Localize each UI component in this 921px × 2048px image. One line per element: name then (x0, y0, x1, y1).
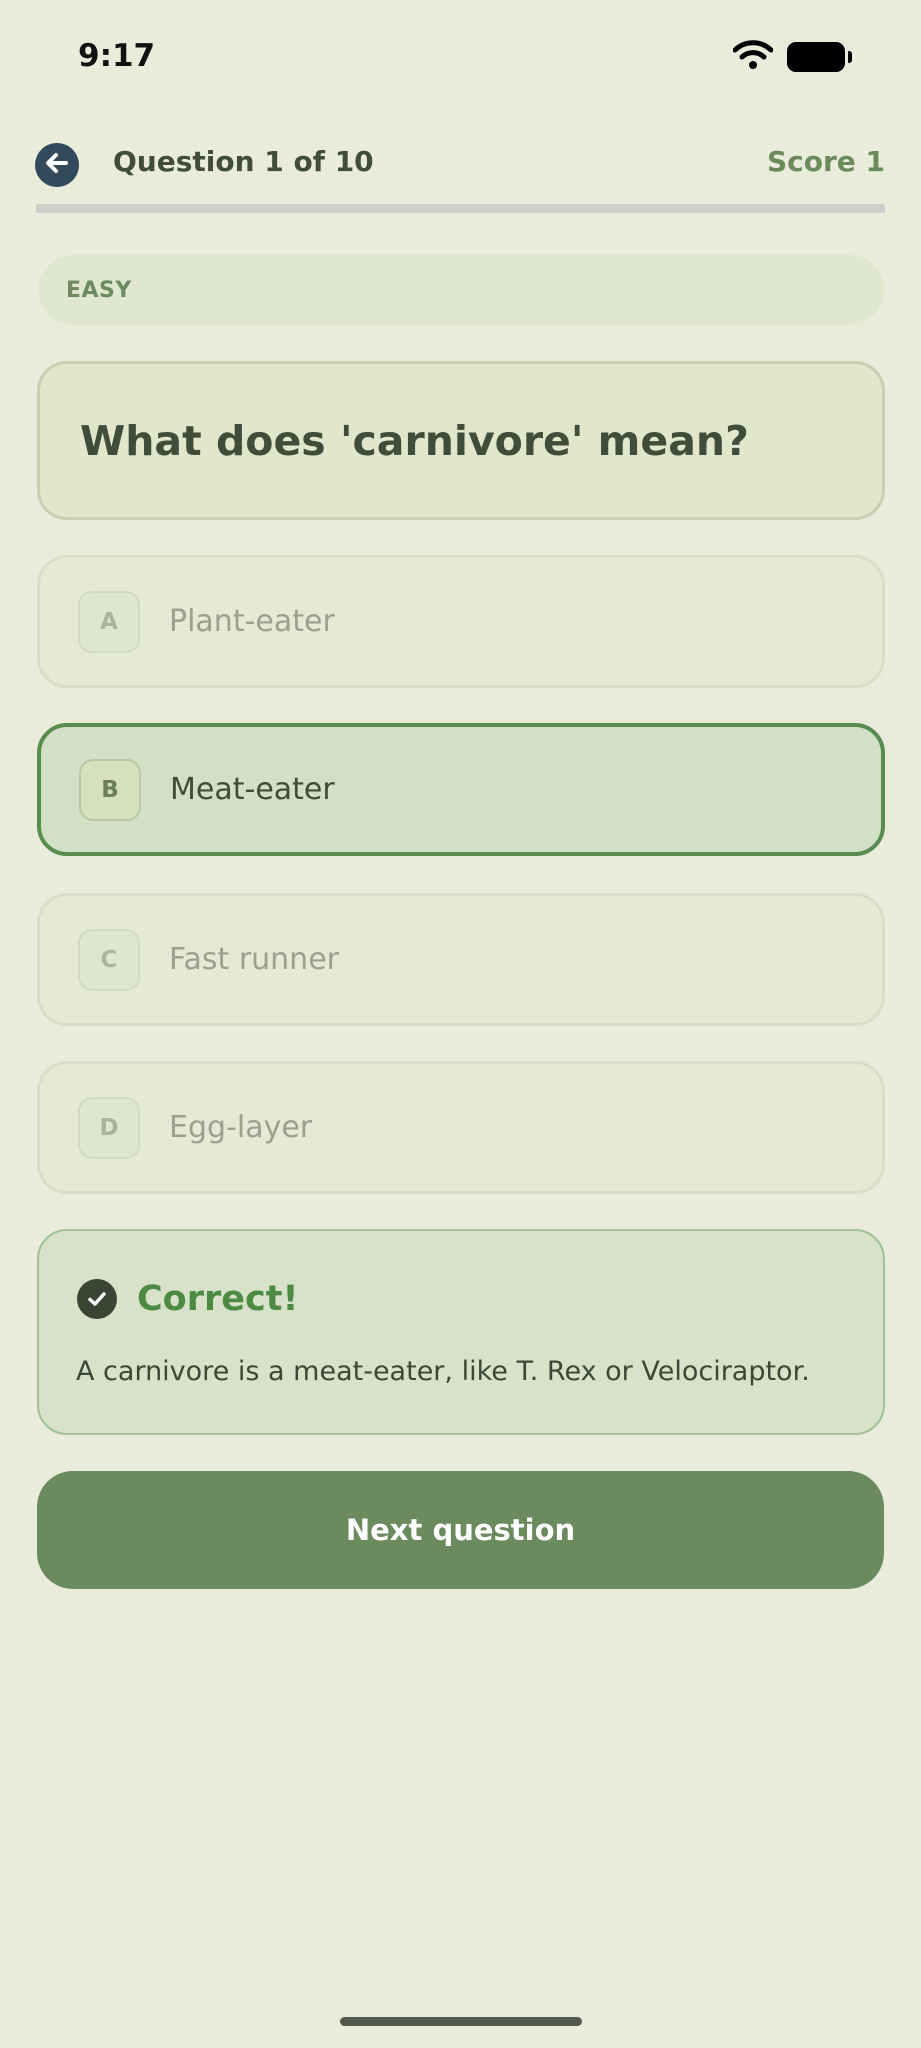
arrow-left-icon (42, 148, 72, 182)
feedback-title: Correct! (137, 1279, 299, 1319)
option-c[interactable]: C Fast runner (37, 893, 885, 1026)
option-label: Meat-eater (170, 772, 335, 807)
battery-icon (787, 42, 852, 72)
option-letter: C (78, 928, 140, 991)
quiz-screen: 9:17 Question 1 of 10 Score 1 EASY What … (0, 0, 921, 2048)
feedback-card: Correct! A carnivore is a meat-eater, li… (37, 1229, 885, 1435)
next-question-button[interactable]: Next question (37, 1471, 884, 1589)
option-letter: D (78, 1096, 140, 1159)
difficulty-badge: EASY (38, 255, 884, 325)
option-label: Fast runner (169, 942, 339, 977)
score-label: Score (766, 145, 856, 178)
check-circle-icon (77, 1279, 117, 1319)
option-a[interactable]: A Plant-eater (37, 555, 885, 688)
back-button[interactable] (35, 143, 79, 187)
score-value: 1 (865, 145, 885, 178)
question-text: What does 'carnivore' mean? (80, 416, 749, 465)
option-label: Egg-layer (169, 1110, 313, 1145)
option-letter: B (79, 758, 141, 821)
home-indicator (340, 2017, 582, 2026)
question-card: What does 'carnivore' mean? (37, 361, 885, 520)
option-letter: A (78, 590, 140, 653)
progress-bar (36, 204, 885, 213)
status-time: 9:17 (78, 38, 156, 74)
feedback-header: Correct! (77, 1279, 298, 1319)
score: Score 1 (767, 145, 885, 178)
feedback-text: A carnivore is a meat-eater, like T. Rex… (76, 1356, 810, 1387)
option-d[interactable]: D Egg-layer (37, 1061, 885, 1194)
status-icons (732, 40, 852, 74)
option-b[interactable]: B Meat-eater (37, 723, 885, 856)
option-label: Plant-eater (169, 604, 335, 639)
question-counter: Question 1 of 10 (113, 145, 374, 178)
wifi-icon (732, 40, 774, 74)
